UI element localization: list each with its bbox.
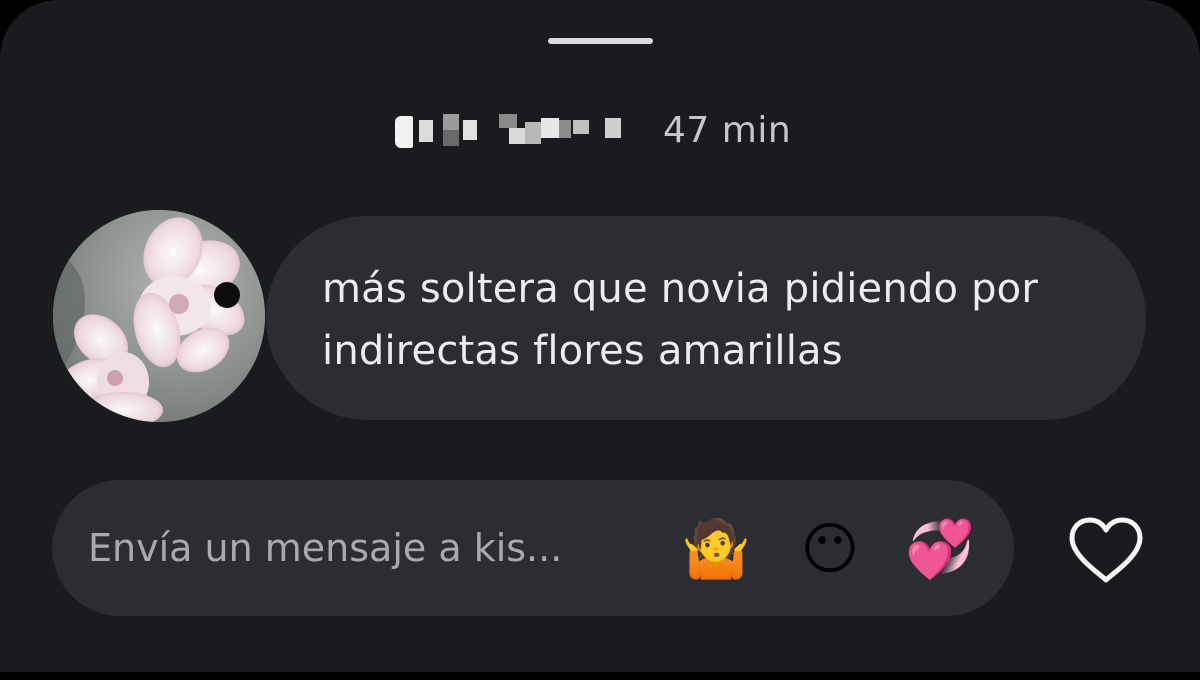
- message-text: más soltera que novia pidiendo por indir…: [322, 266, 1038, 374]
- username-pixelated[interactable]: [395, 110, 633, 150]
- quick-reaction-shrug[interactable]: 🤷: [680, 514, 752, 586]
- story-time: 47 min: [663, 109, 792, 151]
- quick-reaction-no-mouth[interactable]: 😶: [794, 514, 866, 586]
- story-reply-sheet: 47 min más soltera que novia pidiendo po…: [0, 0, 1200, 672]
- bubble-tail-dot: [214, 282, 240, 308]
- like-button[interactable]: [1060, 510, 1152, 592]
- avatar-flower-image: [53, 210, 265, 422]
- corner-indicator: [1172, 0, 1200, 14]
- sender-avatar[interactable]: [53, 210, 265, 422]
- revolving-hearts-emoji: 💞: [905, 517, 975, 582]
- shrugging-person-emoji: 🤷: [681, 517, 751, 582]
- story-header: 47 min: [395, 108, 791, 152]
- heart-outline-icon: [1069, 517, 1143, 583]
- drag-handle[interactable]: [548, 38, 653, 44]
- message-input[interactable]: [88, 518, 648, 578]
- face-without-mouth-emoji: 😶: [800, 517, 860, 582]
- message-composer: 🤷 😶 💞: [52, 480, 1014, 616]
- quick-reaction-hearts[interactable]: 💞: [904, 514, 976, 586]
- bottom-edge: [0, 672, 1200, 680]
